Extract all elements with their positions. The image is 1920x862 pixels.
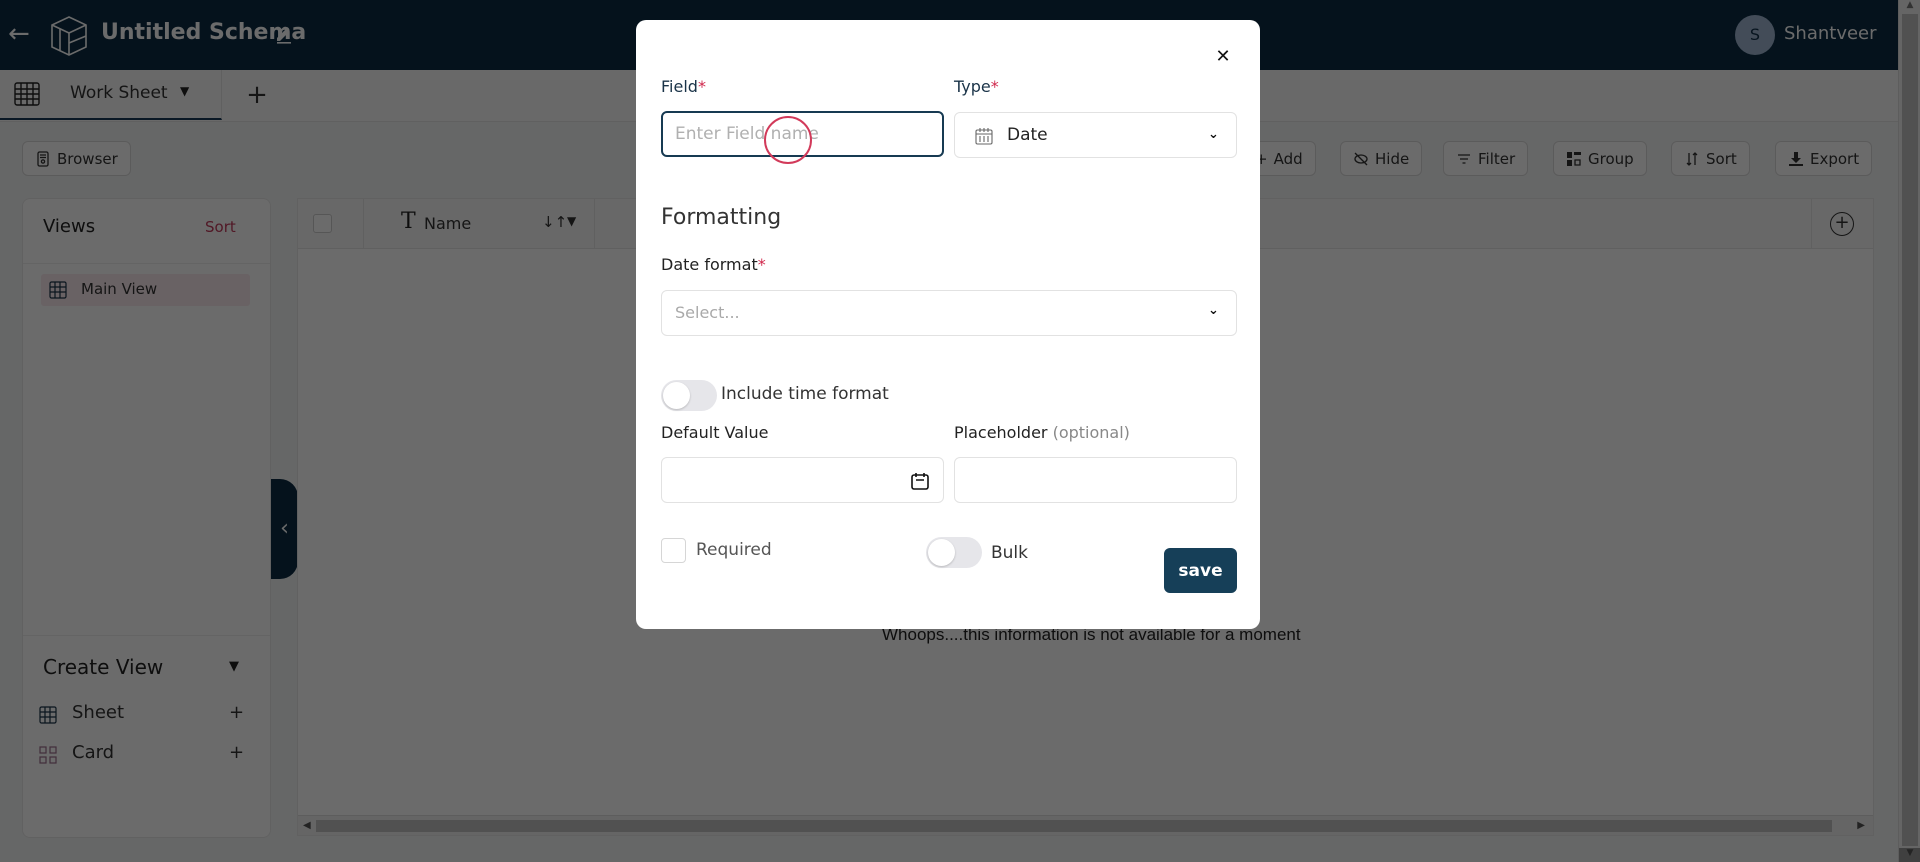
required-asterisk: *: [990, 77, 999, 96]
chevron-down-icon: ⌄: [1208, 303, 1219, 318]
required-label: Required: [696, 540, 772, 560]
calendar-icon[interactable]: [910, 471, 930, 491]
calendar-type-icon: [975, 128, 993, 145]
close-icon[interactable]: ✕: [1212, 46, 1234, 68]
date-format-select[interactable]: Select... ⌄: [661, 290, 1237, 336]
toggle-knob: [663, 382, 690, 409]
default-value-label: Default Value: [661, 423, 769, 442]
placeholder-label: Placeholder (optional): [954, 423, 1130, 442]
add-field-modal: ✕ Field* Type* Date ⌄ Formatting Date fo…: [636, 20, 1260, 629]
field-label: Field*: [661, 77, 706, 96]
chevron-down-icon: ⌄: [1208, 127, 1219, 142]
toggle-knob: [928, 539, 955, 566]
optional-hint: (optional): [1052, 423, 1130, 442]
placeholder-input[interactable]: [954, 457, 1237, 503]
default-value-date-input[interactable]: [661, 457, 944, 503]
type-select[interactable]: Date ⌄: [954, 112, 1237, 158]
type-label: Type*: [954, 77, 999, 96]
include-time-toggle[interactable]: [661, 380, 717, 411]
include-time-label: Include time format: [721, 384, 889, 404]
required-asterisk: *: [697, 77, 706, 96]
bulk-toggle[interactable]: [926, 537, 982, 568]
required-checkbox[interactable]: [661, 538, 686, 563]
date-format-placeholder: Select...: [675, 303, 740, 322]
required-asterisk: *: [757, 255, 766, 274]
date-format-label: Date format*: [661, 255, 766, 274]
bulk-label: Bulk: [991, 543, 1029, 563]
formatting-heading: Formatting: [661, 205, 782, 230]
type-select-value: Date: [1007, 125, 1048, 145]
field-name-input[interactable]: [661, 111, 944, 157]
save-button[interactable]: save: [1164, 548, 1237, 593]
